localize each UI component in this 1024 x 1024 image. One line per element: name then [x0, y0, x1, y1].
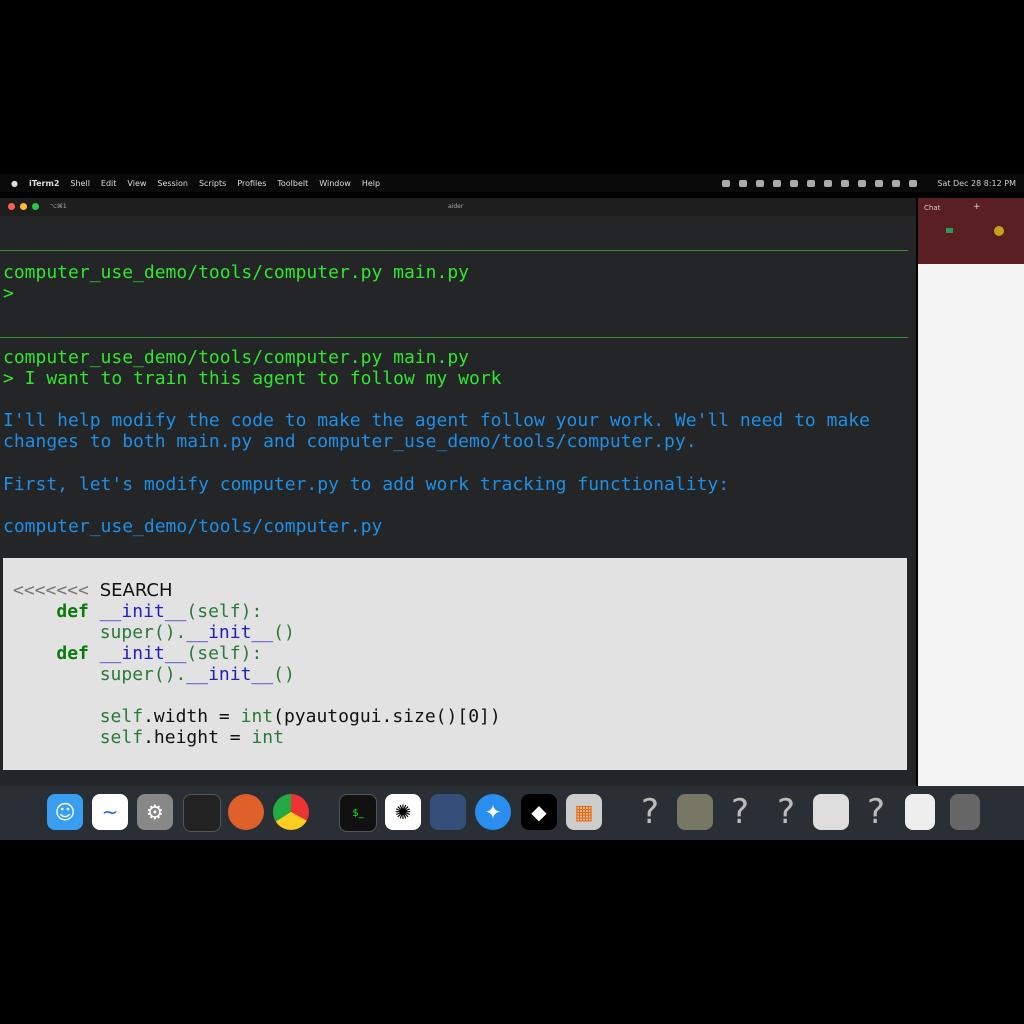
- apple-icon[interactable]: ●: [11, 179, 18, 188]
- code-func: __init__: [99, 601, 187, 622]
- search-icon[interactable]: [892, 179, 901, 187]
- code-func: __init__: [99, 643, 187, 664]
- chrome-icon[interactable]: [273, 794, 309, 830]
- trash-icon[interactable]: [950, 794, 980, 830]
- assistant-line: I'll help modify the code to make the ag…: [3, 410, 870, 431]
- instruments-icon[interactable]: [430, 794, 466, 830]
- browser-window: Chat +: [918, 198, 1024, 786]
- status-icon[interactable]: [824, 179, 833, 187]
- assistant-line: changes to both main.py and computer_use…: [3, 431, 697, 452]
- terminal-icon[interactable]: $_: [339, 794, 377, 832]
- extension-icon[interactable]: [994, 226, 1004, 236]
- wifi-icon[interactable]: [875, 179, 884, 187]
- freeform-icon[interactable]: ~: [92, 794, 128, 830]
- zoom-button[interactable]: [32, 203, 39, 210]
- menu-shell[interactable]: Shell: [70, 179, 90, 188]
- activity-monitor-icon[interactable]: [183, 794, 221, 832]
- unity-icon[interactable]: ◆: [521, 794, 557, 830]
- code-text: (self):: [186, 643, 263, 664]
- title-bar: ⌥⌘1 aider: [0, 198, 916, 216]
- code-keyword: def: [56, 643, 89, 664]
- status-icon[interactable]: [790, 179, 799, 187]
- status-icon[interactable]: [722, 179, 731, 187]
- code-text: super().: [99, 664, 187, 685]
- code-func: __init__: [186, 664, 274, 685]
- menu-view[interactable]: View: [127, 179, 146, 188]
- firefox-icon[interactable]: [228, 794, 264, 830]
- terminal-line: computer_use_demo/tools/computer.py main…: [3, 347, 469, 368]
- search-label: SEARCH: [99, 580, 173, 601]
- menu-help[interactable]: Help: [362, 179, 380, 188]
- terminal-window: ⌥⌘1 aider computer_use_demo/tools/comput…: [0, 198, 916, 786]
- code-text: (pyautogui.size()[0]): [273, 706, 501, 727]
- safari-icon[interactable]: ✦: [475, 794, 511, 830]
- code-text: .width =: [143, 706, 241, 727]
- code-text: self: [99, 706, 144, 727]
- chatgpt-icon[interactable]: ✺: [385, 794, 421, 830]
- close-button[interactable]: [8, 203, 15, 210]
- status-icon[interactable]: [807, 179, 816, 187]
- search-marker: <<<<<<<: [13, 580, 89, 601]
- document-window-icon[interactable]: [813, 794, 849, 830]
- menu-toolbelt[interactable]: Toolbelt: [277, 179, 308, 188]
- file-name: computer_use_demo/tools/computer.py: [3, 516, 383, 537]
- status-area: Sat Dec 28 8:12 PM: [722, 174, 1016, 192]
- code-text: (self):: [186, 601, 263, 622]
- code-text: (): [273, 622, 295, 643]
- code-keyword: def: [56, 601, 89, 622]
- window-title: aider: [448, 203, 464, 210]
- menu-app-name[interactable]: iTerm2: [29, 179, 59, 188]
- status-icon[interactable]: [739, 179, 748, 187]
- battery-icon[interactable]: [858, 179, 867, 187]
- menu-scripts[interactable]: Scripts: [199, 179, 226, 188]
- settings-icon[interactable]: ⚙: [137, 794, 173, 830]
- terminal-line: computer_use_demo/tools/computer.py main…: [3, 262, 469, 283]
- code-text: .height =: [143, 727, 252, 748]
- new-tab-icon[interactable]: +: [973, 202, 981, 212]
- sidebar-icon[interactable]: [946, 228, 953, 233]
- code-builtin: int: [240, 706, 274, 727]
- divider: [0, 337, 908, 338]
- unknown-app-icon[interactable]: ?: [858, 792, 894, 832]
- unknown-app-icon[interactable]: ?: [632, 792, 668, 832]
- calculator-icon[interactable]: ▦: [566, 794, 602, 830]
- browser-toolbar: Chat +: [918, 198, 1024, 264]
- user-message: > I want to train this agent to follow m…: [3, 368, 502, 389]
- code-text: (): [273, 664, 295, 685]
- menu-bar: ● iTerm2 Shell Edit View Session Scripts…: [0, 174, 1024, 192]
- file-icon[interactable]: [905, 794, 935, 830]
- control-center-icon[interactable]: [909, 179, 918, 187]
- code-text: self: [99, 727, 144, 748]
- code-builtin: int: [251, 727, 284, 748]
- unknown-app-icon[interactable]: ?: [768, 792, 804, 832]
- code-func: __init__: [186, 622, 274, 643]
- tab-shortcut: ⌥⌘1: [50, 203, 67, 210]
- menu-edit[interactable]: Edit: [101, 179, 117, 188]
- dock: ☺ ~ ⚙ $_ ✺ ✦ ◆ ▦ ? ? ? ?: [0, 786, 1024, 840]
- code-block: <<<<<<< SEARCH def __init__(self): super…: [3, 558, 907, 770]
- preview-icon[interactable]: [677, 794, 713, 830]
- menu-window[interactable]: Window: [319, 179, 351, 188]
- code-text: super().: [99, 622, 187, 643]
- browser-tab[interactable]: Chat: [924, 204, 940, 212]
- terminal-prompt[interactable]: >: [3, 283, 14, 304]
- assistant-line: First, let's modify computer.py to add w…: [3, 474, 730, 495]
- status-icon[interactable]: [773, 179, 782, 187]
- menu-session[interactable]: Session: [157, 179, 188, 188]
- minimize-button[interactable]: [20, 203, 27, 210]
- status-icon[interactable]: [841, 179, 850, 187]
- clock[interactable]: Sat Dec 28 8:12 PM: [937, 179, 1016, 188]
- divider: [0, 250, 908, 251]
- status-icon[interactable]: [756, 179, 765, 187]
- finder-icon[interactable]: ☺: [47, 794, 83, 830]
- unknown-app-icon[interactable]: ?: [722, 792, 758, 832]
- menu-profiles[interactable]: Profiles: [237, 179, 266, 188]
